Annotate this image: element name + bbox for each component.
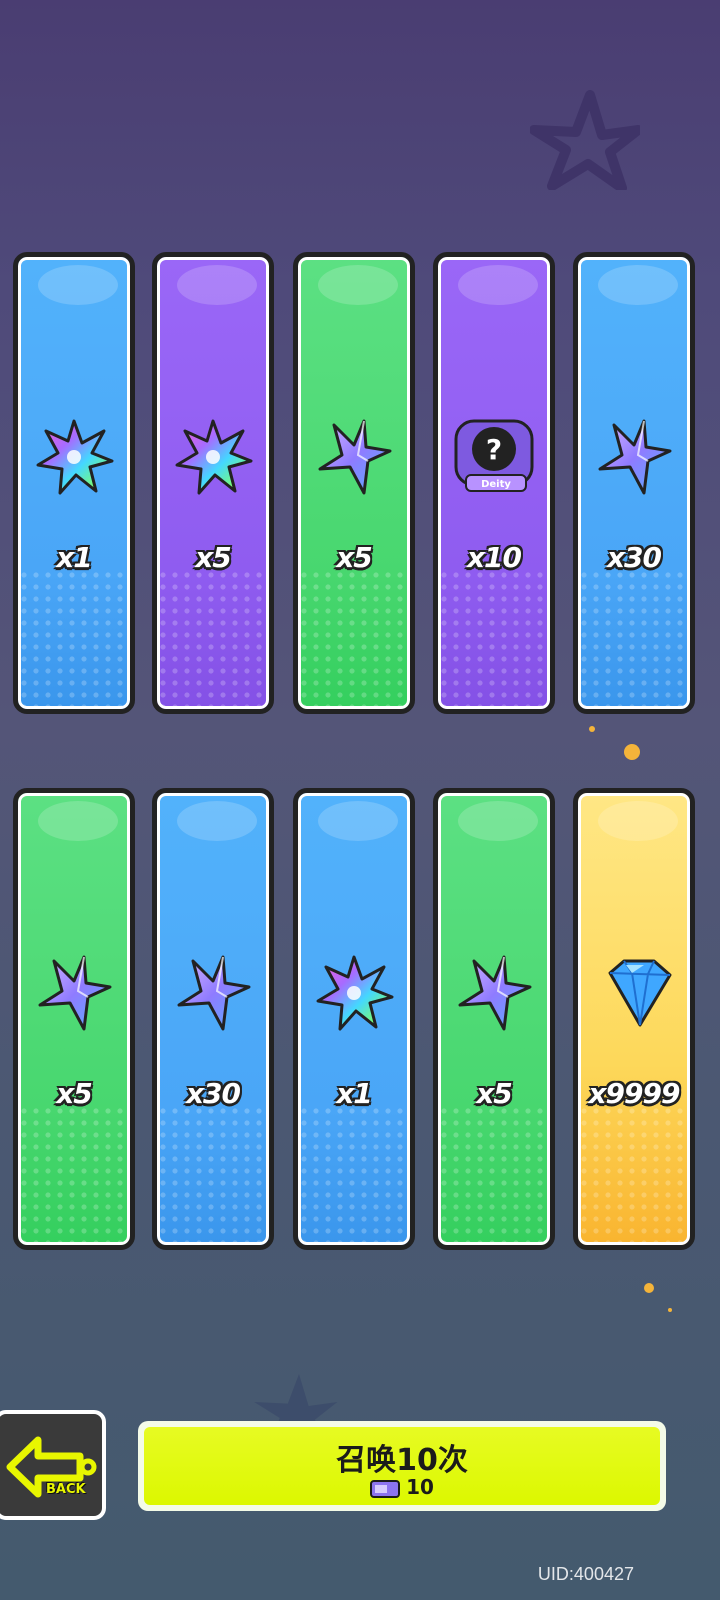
reward-quantity: x5 [336,541,373,574]
reward-card-6: x5 [13,788,135,1250]
reward-card-2: x5 [152,252,274,714]
decor-dot [589,726,595,732]
diamond-gem-icon [592,953,672,1033]
svg-text:Deity: Deity [481,479,511,490]
card-splash [38,801,118,841]
card-splash [458,801,538,841]
reward-quantity: x1 [336,1077,373,1110]
card-splash [318,801,398,841]
reward-card-5: x30 [573,252,695,714]
summon-cost-value: 10 [406,1475,434,1499]
reward-quantity: x10 [466,541,522,574]
decor-dot [624,744,640,760]
reward-card-4: ? Deity x10 [433,252,555,714]
star-shard-icon [34,953,114,1033]
card-splash [318,265,398,305]
reward-quantity: x5 [195,541,232,574]
star-shard-icon [173,953,253,1033]
background-star-icon [530,90,640,190]
rainbow-crystal-icon [34,417,114,497]
reward-card-3: x5 [293,252,415,714]
reward-card-7: x30 [152,788,274,1250]
mystery-puzzle-icon: ? Deity [450,417,534,497]
reward-quantity: x30 [185,1077,241,1110]
star-shard-icon [314,417,394,497]
rainbow-crystal-icon [173,417,253,497]
star-shard-icon [594,417,674,497]
reward-quantity: x1 [56,541,93,574]
reward-quantity: x5 [56,1077,93,1110]
svg-text:?: ? [486,433,502,466]
rainbow-crystal-icon [314,953,394,1033]
decor-dot [644,1283,654,1293]
card-splash [598,265,678,305]
summon-title: 召唤10次 [336,1443,468,1478]
reward-quantity: x30 [606,541,662,574]
card-splash [598,801,678,841]
card-splash [458,265,538,305]
reward-card-1: x1 [13,252,135,714]
card-splash [177,801,257,841]
reward-card-10: x9999 [573,788,695,1250]
reward-card-9: x5 [433,788,555,1250]
user-id: UID:400427 [537,1564,634,1584]
summon-cost: 10 [144,1475,660,1499]
summon-ticket-icon [370,1479,401,1498]
back-label: BACK [46,1482,86,1497]
card-splash [177,265,257,305]
card-splash [38,265,118,305]
decor-dot [668,1308,672,1312]
reward-card-8: x1 [293,788,415,1250]
summon-10-button[interactable]: 召唤10次 10 [138,1421,666,1511]
back-button[interactable]: BACK [0,1410,106,1520]
reward-quantity: x5 [476,1077,513,1110]
star-shard-icon [454,953,534,1033]
reward-quantity: x9999 [588,1077,681,1110]
